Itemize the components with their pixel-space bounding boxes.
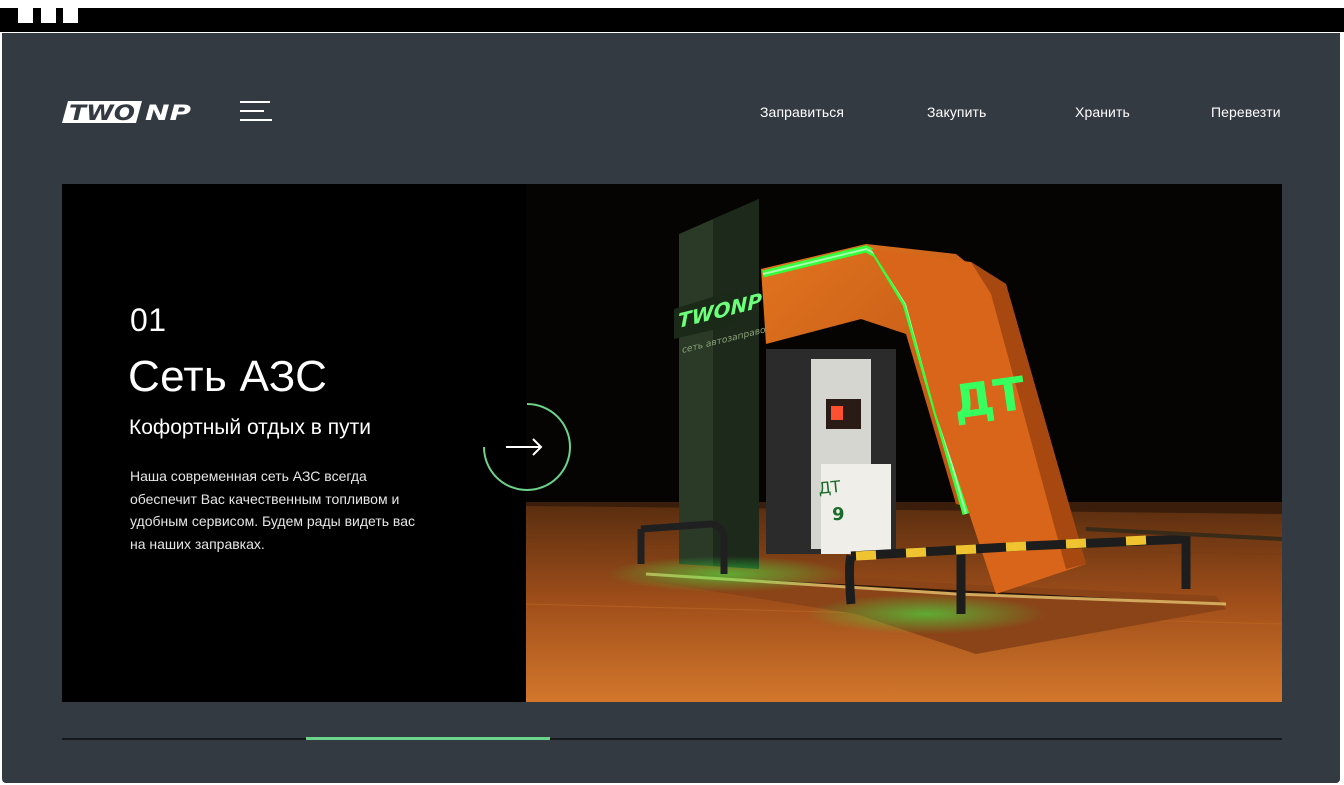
nav-item-transport[interactable]: Перевезти: [1211, 104, 1281, 120]
slide-number: 01: [130, 302, 167, 338]
nav-item-refuel[interactable]: Заправиться: [760, 104, 844, 120]
svg-text:TWO: TWO: [69, 101, 135, 125]
svg-text:ДТ: ДТ: [950, 366, 1030, 430]
window-control-icon[interactable]: [41, 8, 56, 23]
slider-progress[interactable]: [62, 737, 1282, 740]
window-control-icon[interactable]: [18, 8, 33, 23]
slide-title: Сеть АЗС: [128, 352, 328, 401]
page: TWO NP Заправиться Закупить Хранить Пере…: [2, 33, 1340, 783]
arrow-right-icon: [506, 438, 543, 456]
hero-slide: 01 Сеть АЗС Кофортный отдых в пути Наша …: [62, 184, 1282, 702]
svg-text:NP: NP: [145, 101, 192, 125]
next-slide-button[interactable]: [482, 402, 572, 492]
brand-logo[interactable]: TWO NP: [62, 98, 194, 126]
browser-chrome: [0, 8, 1344, 32]
slide-description: Наша современная сеть АЗС всегда обеспеч…: [130, 468, 415, 552]
hamburger-icon[interactable]: [240, 101, 272, 123]
window-control-icon[interactable]: [63, 8, 78, 23]
slide-subtitle: Кофортный отдых в пути: [129, 416, 371, 439]
slider-progress-active: [306, 737, 550, 740]
nav-item-purchase[interactable]: Закупить: [927, 104, 986, 120]
svg-text:ДТ: ДТ: [817, 477, 841, 498]
nav-item-store[interactable]: Хранить: [1075, 104, 1130, 120]
svg-text:9: 9: [832, 504, 845, 525]
gas-station-photo: TWONP сеть автозаправок ДТ ДТ 9: [526, 184, 1282, 702]
